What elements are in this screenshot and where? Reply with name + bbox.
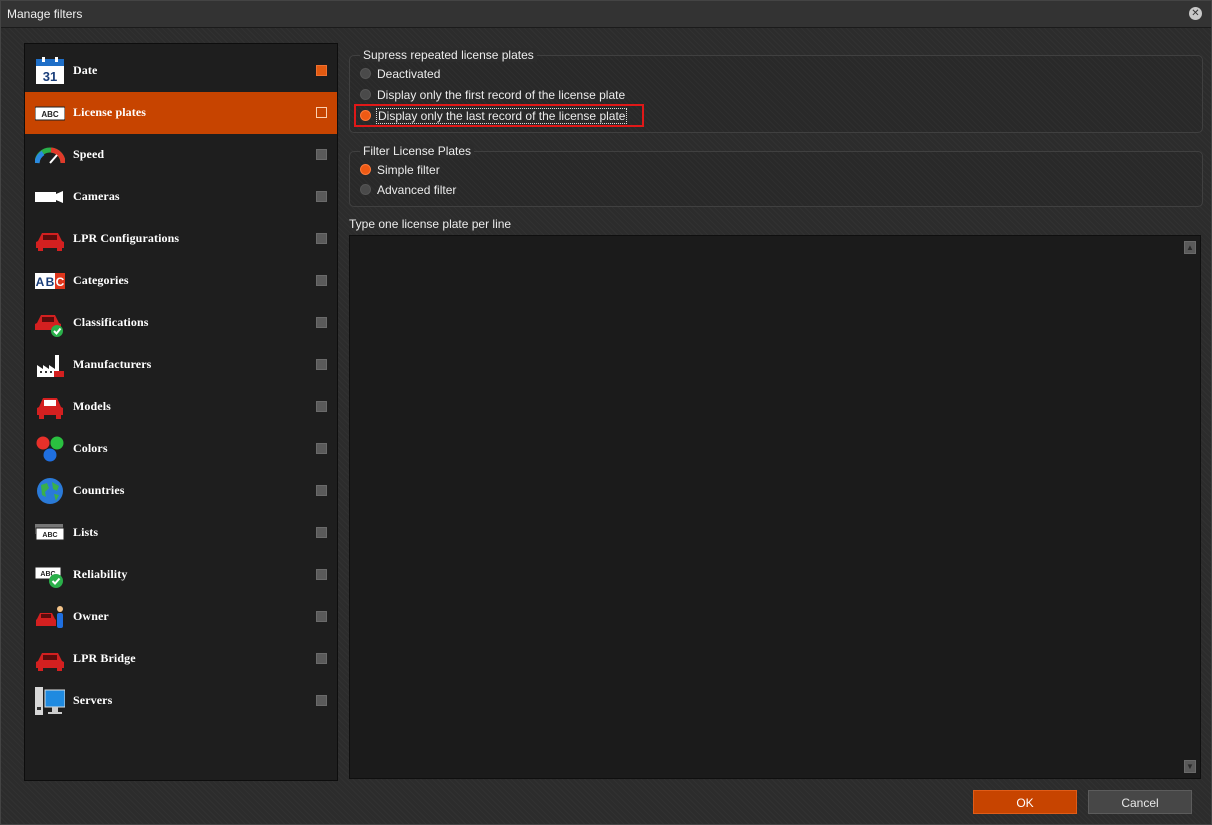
- radio-label: Simple filter: [377, 163, 440, 177]
- sidebar-item-label: Categories: [73, 273, 129, 287]
- scroll-up-icon[interactable]: ▲: [1184, 241, 1196, 254]
- cameras-checkbox[interactable]: [316, 191, 327, 202]
- sidebar-item-manufacturers[interactable]: Manufacturers: [25, 344, 337, 386]
- sidebar-item-label: Speed: [73, 147, 105, 161]
- camera-icon: [35, 191, 63, 203]
- sidebar-item-date[interactable]: 31 Date: [25, 50, 337, 92]
- radio-indicator: [360, 184, 371, 195]
- colors-checkbox[interactable]: [316, 443, 327, 454]
- sidebar-item-categories[interactable]: A B C Categories: [25, 260, 337, 302]
- ok-button[interactable]: OK: [973, 790, 1077, 814]
- sidebar-item-lists[interactable]: ABC Lists: [25, 512, 337, 554]
- globe-icon: [37, 478, 63, 504]
- sidebar-item-lpr-bridge[interactable]: LPR Bridge: [25, 638, 337, 680]
- selection-highlight: [354, 104, 644, 127]
- sidebar-item-cameras[interactable]: Cameras: [25, 176, 337, 218]
- radio-label: Deactivated: [377, 67, 441, 81]
- sidebar-item-label: Cameras: [73, 189, 120, 203]
- countries-checkbox[interactable]: [316, 485, 327, 496]
- radio-label: Advanced filter: [377, 183, 457, 197]
- sidebar-item-models[interactable]: Models: [25, 386, 337, 428]
- license-plates-textarea[interactable]: ▲ ▼: [349, 235, 1201, 779]
- list-plates-icon: ABC: [35, 524, 65, 541]
- license-plate-icon: ABC: [35, 106, 65, 121]
- plate-check-icon: ABC: [35, 566, 63, 588]
- radio-label: Display only the first record of the lic…: [377, 88, 626, 102]
- sidebar-item-lpr-configurations[interactable]: LPR Configurations: [25, 218, 337, 260]
- svg-text:31: 31: [43, 69, 57, 84]
- sidebar-item-label: Manufacturers: [73, 357, 152, 371]
- plates-input-label: Type one license plate per line: [349, 217, 512, 231]
- sidebar-item-servers[interactable]: Servers: [25, 680, 337, 722]
- car-icon: [36, 233, 64, 251]
- group-title: Supress repeated license plates: [360, 48, 537, 62]
- title-bar: Manage filters ✕: [1, 1, 1211, 28]
- radio-indicator: [360, 68, 371, 79]
- classifications-checkbox[interactable]: [316, 317, 327, 328]
- sidebar-item-label: Models: [73, 399, 111, 413]
- dialog-title: Manage filters: [7, 7, 83, 21]
- computer-icon: [35, 687, 65, 715]
- close-icon[interactable]: ✕: [1189, 7, 1202, 20]
- sidebar-item-reliability[interactable]: ABC Reliability: [25, 554, 337, 596]
- sidebar-item-label: Reliability: [73, 567, 128, 581]
- sidebar-item-countries[interactable]: Countries: [25, 470, 337, 512]
- sidebar-item-label: Owner: [73, 609, 109, 623]
- lists-checkbox[interactable]: [316, 527, 327, 538]
- sidebar-item-label: Countries: [73, 483, 125, 497]
- sidebar-item-label: LPR Bridge: [73, 651, 136, 665]
- sidebar-item-colors[interactable]: Colors: [25, 428, 337, 470]
- categories-checkbox[interactable]: [316, 275, 327, 286]
- calendar-icon: 31: [36, 57, 64, 84]
- sidebar-item-speed[interactable]: Speed: [25, 134, 337, 176]
- sidebar-item-label: LPR Configurations: [73, 231, 180, 245]
- sidebar-item-license-plates[interactable]: ABC License plates: [25, 92, 337, 134]
- radio-indicator: [360, 89, 371, 100]
- car-front-icon: [37, 398, 63, 419]
- cancel-button[interactable]: Cancel: [1088, 790, 1192, 814]
- car-icon: [36, 653, 64, 671]
- svg-text:A: A: [36, 275, 45, 289]
- speed-checkbox[interactable]: [316, 149, 327, 160]
- owner-checkbox[interactable]: [316, 611, 327, 622]
- svg-text:B: B: [46, 275, 55, 289]
- abc-icon: A B C: [35, 273, 65, 289]
- date-checkbox[interactable]: [316, 65, 327, 76]
- lpr-bridge-checkbox[interactable]: [316, 653, 327, 664]
- lpr-configurations-checkbox[interactable]: [316, 233, 327, 244]
- sidebar-item-label: Colors: [73, 441, 108, 455]
- manage-filters-dialog: Manage filters ✕ 31 Date ABC License pla…: [0, 0, 1212, 825]
- svg-text:C: C: [56, 275, 65, 289]
- sidebar-item-owner[interactable]: Owner: [25, 596, 337, 638]
- sidebar-item-label: Classifications: [73, 315, 149, 329]
- filter-license-plates-group: Filter License Plates Simple filter Adva…: [349, 144, 1203, 207]
- sidebar-item-classifications[interactable]: Classifications: [25, 302, 337, 344]
- servers-checkbox[interactable]: [316, 695, 327, 706]
- reliability-checkbox[interactable]: [316, 569, 327, 580]
- sidebar-item-label: Servers: [73, 693, 113, 707]
- car-person-icon: [36, 606, 63, 628]
- group-title: Filter License Plates: [360, 144, 475, 158]
- car-check-icon: [35, 315, 63, 337]
- scroll-down-icon[interactable]: ▼: [1184, 760, 1196, 773]
- radio-indicator: [360, 164, 371, 175]
- speedometer-icon: [35, 147, 65, 164]
- license-plates-checkbox[interactable]: [316, 107, 327, 118]
- factory-icon: [37, 355, 64, 377]
- models-checkbox[interactable]: [316, 401, 327, 412]
- filter-sidebar: 31 Date ABC License plates Speed Cameras…: [24, 43, 338, 781]
- sidebar-item-label: Lists: [73, 525, 99, 539]
- manufacturers-checkbox[interactable]: [316, 359, 327, 370]
- sidebar-item-label: Date: [73, 63, 98, 77]
- svg-text:ABC: ABC: [41, 110, 59, 119]
- sidebar-item-label: License plates: [73, 105, 147, 119]
- svg-text:ABC: ABC: [42, 532, 57, 539]
- color-dots-icon: [36, 436, 64, 462]
